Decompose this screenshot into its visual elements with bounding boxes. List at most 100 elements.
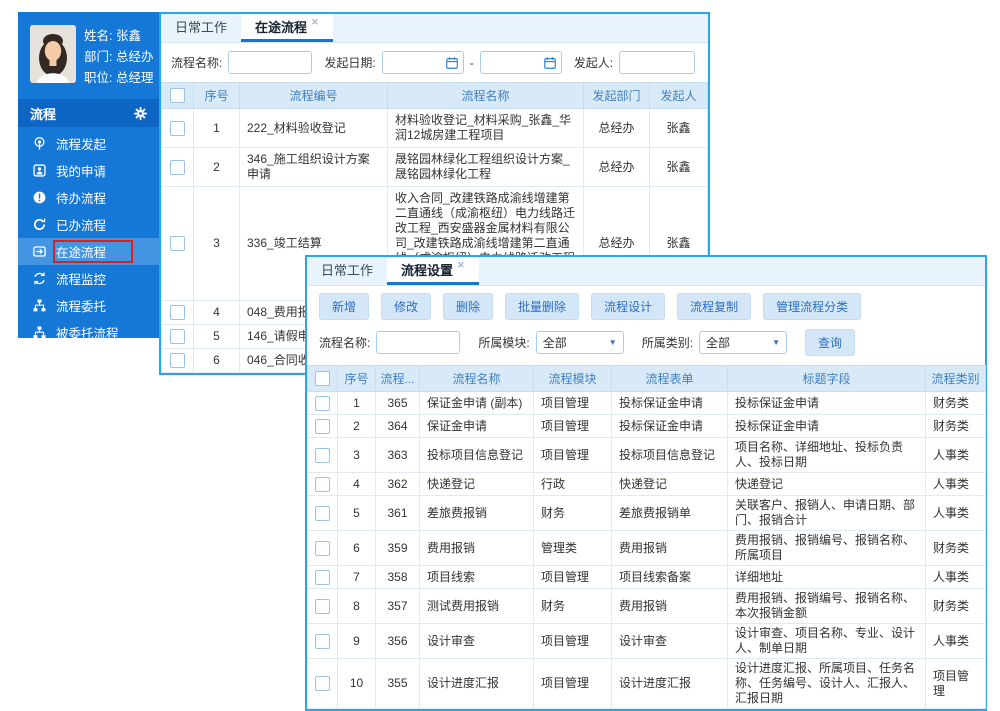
date-from-field[interactable] <box>382 51 464 74</box>
sidebar-item-我的申请[interactable]: 我的申请 <box>18 157 160 184</box>
calendar-icon[interactable] <box>445 56 459 70</box>
row-checkbox[interactable] <box>315 506 330 521</box>
window1-tabbar: 日常工作 在途流程 × <box>161 14 708 43</box>
cell-name: 晟铭园林绿化工程组织设计方案_晟铭园林绿化工程 <box>388 148 584 187</box>
table-row[interactable]: 8357测试费用报销财务费用报销费用报销、报销编号、报销名称、本次报销金额财务类 <box>308 589 986 624</box>
initiator-input[interactable] <box>619 51 695 74</box>
column-header-form: 流程表单 <box>612 366 728 392</box>
initiator-label: 发起人: <box>574 54 613 71</box>
tab-label: 日常工作 <box>175 17 227 36</box>
tab-label: 在途流程 <box>255 17 307 36</box>
category-select[interactable]: 全部 ▼ <box>699 331 787 354</box>
window1-tab-在途流程[interactable]: 在途流程 × <box>241 14 333 42</box>
toolbar-button-删除[interactable]: 删除 <box>443 293 493 320</box>
select-all-checkbox[interactable] <box>170 88 185 103</box>
column-header-name: 流程名称 <box>388 83 584 109</box>
sidebar-item-待办流程[interactable]: 待办流程 <box>18 184 160 211</box>
cell-module: 财务 <box>534 496 612 531</box>
module-select[interactable]: 全部 ▼ <box>536 331 624 354</box>
cell-name: 测试费用报销 <box>420 589 534 624</box>
toolbar-button-新增[interactable]: 新增 <box>319 293 369 320</box>
cell-category: 财务类 <box>926 415 986 438</box>
cell-num: 7 <box>338 566 376 589</box>
row-checkbox[interactable] <box>315 676 330 691</box>
sidebar-item-流程发起[interactable]: 流程发起 <box>18 130 160 157</box>
sidebar-item-流程监控[interactable]: 流程监控 <box>18 265 160 292</box>
table-row[interactable]: 6359费用报销管理类费用报销费用报销、报销编号、报销名称、所属项目财务类 <box>308 531 986 566</box>
window1-tab-日常工作[interactable]: 日常工作 <box>161 14 241 42</box>
table-row[interactable]: 1365保证金申请 (副本)项目管理投标保证金申请投标保证金申请财务类 <box>308 392 986 415</box>
row-checkbox[interactable] <box>170 329 185 344</box>
module-label: 所属模块: <box>478 334 529 351</box>
profile-card: 姓名: 张鑫 部门: 总经办 职位: 总经理 <box>18 12 160 99</box>
window2-tab-日常工作[interactable]: 日常工作 <box>307 257 387 285</box>
profile-photo <box>30 25 76 83</box>
category-select-value: 全部 <box>706 334 730 351</box>
cell-category: 财务类 <box>926 589 986 624</box>
cell-form: 投标保证金申请 <box>612 415 728 438</box>
sidebar-item-流程委托[interactable]: 流程委托 <box>18 292 160 319</box>
row-checkbox[interactable] <box>315 419 330 434</box>
sidebar-item-label: 已办流程 <box>56 215 106 234</box>
caret-down-icon: ▼ <box>772 339 780 347</box>
table-row[interactable]: 9356设计审查项目管理设计审查设计审查、项目名称、专业、设计人、制单日期人事类 <box>308 624 986 659</box>
row-checkbox[interactable] <box>170 305 185 320</box>
table-row[interactable]: 1222_材料验收登记材料验收登记_材料采购_张鑫_华润12城房建工程项目总经办… <box>162 109 708 148</box>
cell-num: 9 <box>338 624 376 659</box>
column-header-initiator: 发起人 <box>650 83 708 109</box>
row-checkbox[interactable] <box>170 236 185 251</box>
date-to-input[interactable] <box>485 56 541 70</box>
row-checkbox[interactable] <box>315 396 330 411</box>
row-checkbox[interactable] <box>315 634 330 649</box>
row-checkbox[interactable] <box>170 121 185 136</box>
cell-num: 2 <box>338 415 376 438</box>
row-checkbox[interactable] <box>315 448 330 463</box>
toolbar-button-批量删除[interactable]: 批量删除 <box>505 293 579 320</box>
table-row[interactable]: 2364保证金申请项目管理投标保证金申请投标保证金申请财务类 <box>308 415 986 438</box>
cell-form: 差旅费报销单 <box>612 496 728 531</box>
row-checkbox[interactable] <box>315 570 330 585</box>
date-from-input[interactable] <box>387 56 443 70</box>
sidebar-item-被委托流程[interactable]: 被委托流程 <box>18 319 160 346</box>
sidebar-section-title: 流程 <box>30 104 56 123</box>
close-icon[interactable]: × <box>457 260 465 270</box>
table-row[interactable]: 5361差旅费报销财务差旅费报销单关联客户、报销人、申请日期、部门、报销合计人事… <box>308 496 986 531</box>
cell-fields: 设计进度汇报、所属项目、任务名称、任务编号、设计人、汇报人、汇报日期 <box>728 659 926 709</box>
row-checkbox[interactable] <box>315 599 330 614</box>
row-checkbox[interactable] <box>170 353 185 368</box>
cell-code: 362 <box>376 473 420 496</box>
toolbar-button-流程复制[interactable]: 流程复制 <box>677 293 751 320</box>
sitemap-icon <box>32 325 47 340</box>
flow-name-input[interactable] <box>228 51 312 74</box>
sidebar-item-已办流程[interactable]: 已办流程 <box>18 211 160 238</box>
calendar-icon[interactable] <box>543 56 557 70</box>
category-label: 所属类别: <box>642 334 693 351</box>
sidebar-item-在途流程[interactable]: 在途流程 <box>18 238 160 265</box>
window2-tab-流程设置[interactable]: 流程设置× <box>387 257 479 285</box>
select-all-checkbox[interactable] <box>315 371 330 386</box>
date-to-field[interactable] <box>480 51 562 74</box>
toolbar-button-流程设计[interactable]: 流程设计 <box>591 293 665 320</box>
cell-num: 5 <box>194 325 240 349</box>
cell-dept: 总经办 <box>584 109 650 148</box>
cell-form: 费用报销 <box>612 531 728 566</box>
row-checkbox[interactable] <box>315 477 330 492</box>
cell-code: 364 <box>376 415 420 438</box>
cell-category: 项目管理 <box>926 659 986 709</box>
cell-category: 人事类 <box>926 496 986 531</box>
close-icon[interactable]: × <box>311 17 319 27</box>
table-row[interactable]: 7358项目线索项目管理项目线索备案详细地址人事类 <box>308 566 986 589</box>
sidebar-item-label: 流程委托 <box>56 296 106 315</box>
query-button[interactable]: 查询 <box>805 329 855 356</box>
toolbar-button-修改[interactable]: 修改 <box>381 293 431 320</box>
row-checkbox[interactable] <box>315 541 330 556</box>
table-row[interactable]: 2346_施工组织设计方案申请晟铭园林绿化工程组织设计方案_晟铭园林绿化工程总经… <box>162 148 708 187</box>
cell-num: 5 <box>338 496 376 531</box>
toolbar-button-管理流程分类[interactable]: 管理流程分类 <box>763 293 861 320</box>
row-checkbox[interactable] <box>170 160 185 175</box>
table-row[interactable]: 4362快递登记行政快递登记快递登记人事类 <box>308 473 986 496</box>
gear-icon[interactable] <box>133 106 148 121</box>
flow-name-input[interactable] <box>376 331 460 354</box>
table-row[interactable]: 3363投标项目信息登记项目管理投标项目信息登记项目名称、详细地址、投标负责人、… <box>308 438 986 473</box>
table-row[interactable]: 10355设计进度汇报项目管理设计进度汇报设计进度汇报、所属项目、任务名称、任务… <box>308 659 986 709</box>
